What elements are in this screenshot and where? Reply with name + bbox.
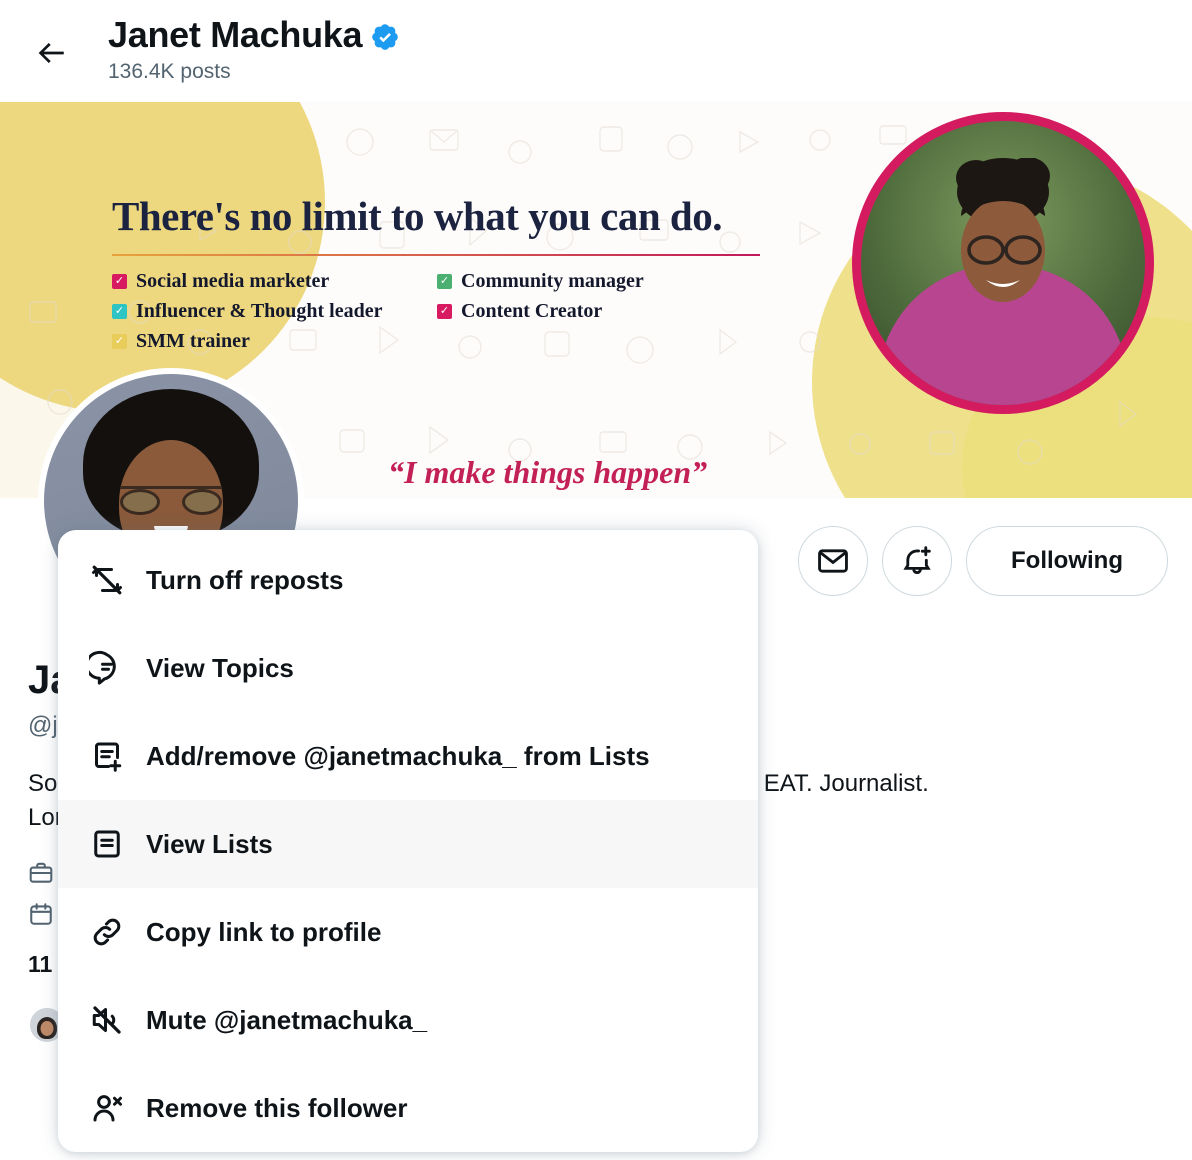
menu-item-label: Remove this follower	[146, 1092, 408, 1123]
mail-icon	[818, 549, 848, 573]
avatar-lens-left	[120, 488, 160, 515]
mute-icon	[84, 1002, 130, 1038]
banner-credential-label: Content Creator	[461, 300, 603, 322]
verified-badge-icon	[372, 23, 399, 50]
calendar-icon	[30, 903, 52, 925]
banner-credential-item: ✓ Social media marketer	[112, 270, 383, 293]
page-header: Janet Machuka 136.4K posts	[0, 0, 1192, 102]
menu-item-copy-link-to-profile[interactable]: Copy link to profile	[58, 888, 758, 976]
page-title: Janet Machuka	[108, 14, 363, 55]
profile-more-menu: Turn off reposts View Topics Add/remove …	[58, 530, 758, 1152]
repost-off-icon	[84, 562, 130, 598]
arrow-left-icon	[38, 42, 64, 64]
banner-credential-item: ✓ Content Creator	[437, 300, 644, 323]
menu-item-remove-this-follower[interactable]: Remove this follower	[58, 1064, 758, 1152]
menu-item-label: Mute @janetmachuka_	[146, 1004, 428, 1035]
banner-credential-label: Influencer & Thought leader	[136, 300, 383, 322]
message-button[interactable]	[798, 526, 868, 596]
menu-item-turn-off-reposts[interactable]: Turn off reposts	[58, 536, 758, 624]
menu-item-view-lists[interactable]: View Lists	[58, 800, 758, 888]
banner-credential-item: ✓ Influencer & Thought leader	[112, 300, 383, 323]
menu-item-add-remove-from-lists[interactable]: Add/remove @janetmachuka_ from Lists	[58, 712, 758, 800]
briefcase-icon	[29, 862, 53, 883]
following-button[interactable]: Following	[966, 526, 1168, 596]
menu-item-label: Add/remove @janetmachuka_ from Lists	[146, 740, 650, 771]
checkbox-icon: ✓	[112, 274, 127, 289]
remove-follower-icon	[84, 1090, 130, 1126]
banner-credentials-column-2: ✓ Community manager ✓ Content Creator	[437, 270, 644, 330]
banner-credential-label: SMM trainer	[136, 330, 250, 352]
banner-portrait-face	[956, 157, 1050, 302]
notifications-button[interactable]	[882, 526, 952, 596]
banner-credential-item: ✓ SMM trainer	[112, 330, 383, 353]
banner-portrait-photo	[852, 112, 1154, 414]
menu-item-label: Copy link to profile	[146, 916, 382, 947]
header-text-group: Janet Machuka 136.4K posts	[108, 14, 400, 85]
link-icon	[84, 914, 130, 950]
checkbox-icon: ✓	[437, 304, 452, 319]
view-lists-icon	[84, 826, 130, 862]
posts-count: 136.4K posts	[108, 60, 231, 84]
checkbox-icon: ✓	[112, 334, 127, 349]
following-stat[interactable]: 11	[28, 951, 52, 978]
banner-credentials-list: ✓ Social media marketer ✓ Influencer & T…	[112, 270, 644, 360]
banner-credential-item: ✓ Community manager	[437, 270, 644, 293]
banner-quote: “I make things happen”	[388, 454, 708, 490]
add-to-list-icon	[84, 738, 130, 774]
bell-plus-icon	[903, 546, 931, 574]
checkbox-icon: ✓	[437, 274, 452, 289]
profile-page: Janet Machuka 136.4K posts There's no li…	[0, 0, 1192, 1160]
banner-headline: There's no limit to what you can do.	[112, 193, 722, 239]
profile-action-buttons: Following	[798, 526, 1168, 596]
banner-credential-label: Social media marketer	[136, 270, 330, 292]
menu-item-label: View Topics	[146, 652, 294, 683]
avatar-lens-right	[182, 488, 222, 515]
checkbox-icon: ✓	[112, 304, 127, 319]
banner-credential-label: Community manager	[461, 270, 644, 292]
menu-item-mute[interactable]: Mute @janetmachuka_	[58, 976, 758, 1064]
banner-divider	[112, 254, 760, 256]
avatar-glasses	[120, 485, 222, 515]
menu-item-label: Turn off reposts	[146, 564, 344, 595]
menu-item-view-topics[interactable]: View Topics	[58, 624, 758, 712]
topics-icon	[84, 650, 130, 686]
following-count: 11	[28, 951, 53, 978]
back-button[interactable]	[22, 24, 80, 82]
menu-item-label: View Lists	[146, 828, 273, 859]
